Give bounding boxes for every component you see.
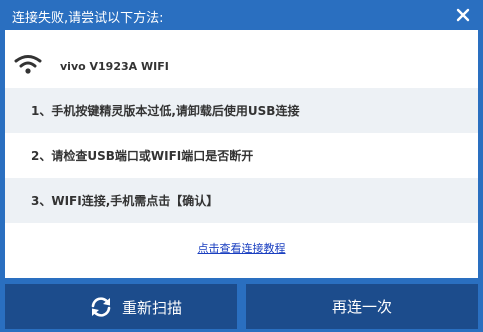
connection-failed-dialog: 连接失败,请尝试以下方法: vivo V1923A WIFI 1、手机按键精灵版… (0, 0, 483, 332)
step-text: 2、请检查USB端口或WIFI端口是否断开 (31, 149, 254, 163)
device-row: vivo V1923A WIFI (5, 30, 478, 88)
reconnect-button-content: 再连一次 (332, 296, 392, 317)
step-text: 1、手机按键精灵版本过低,请卸载后使用USB连接 (31, 104, 300, 118)
step-row: 3、WIFI连接,手机需点击【确认】 (5, 178, 478, 223)
step-row: 1、手机按键精灵版本过低,请卸载后使用USB连接 (5, 88, 478, 133)
content-panel: vivo V1923A WIFI 1、手机按键精灵版本过低,请卸载后使用USB连… (5, 30, 478, 278)
close-icon[interactable] (451, 3, 475, 27)
reconnect-button[interactable]: 再连一次 (246, 284, 478, 329)
step-text: 3、WIFI连接,手机需点击【确认】 (31, 194, 219, 208)
rescan-button[interactable]: 重新扫描 (5, 284, 237, 329)
dialog-title: 连接失败,请尝试以下方法: (12, 11, 164, 26)
rescan-label: 重新扫描 (122, 298, 183, 317)
wifi-icon (14, 55, 42, 74)
title-bar: 连接失败,请尝试以下方法: (0, 0, 483, 30)
step-row: 2、请检查USB端口或WIFI端口是否断开 (5, 133, 478, 178)
reconnect-label: 再连一次 (332, 298, 393, 316)
refresh-icon (91, 297, 111, 317)
device-name: vivo V1923A WIFI (60, 60, 169, 73)
rescan-button-content: 重新扫描 (89, 296, 182, 318)
tutorial-link[interactable]: 点击查看连接教程 (5, 240, 478, 256)
